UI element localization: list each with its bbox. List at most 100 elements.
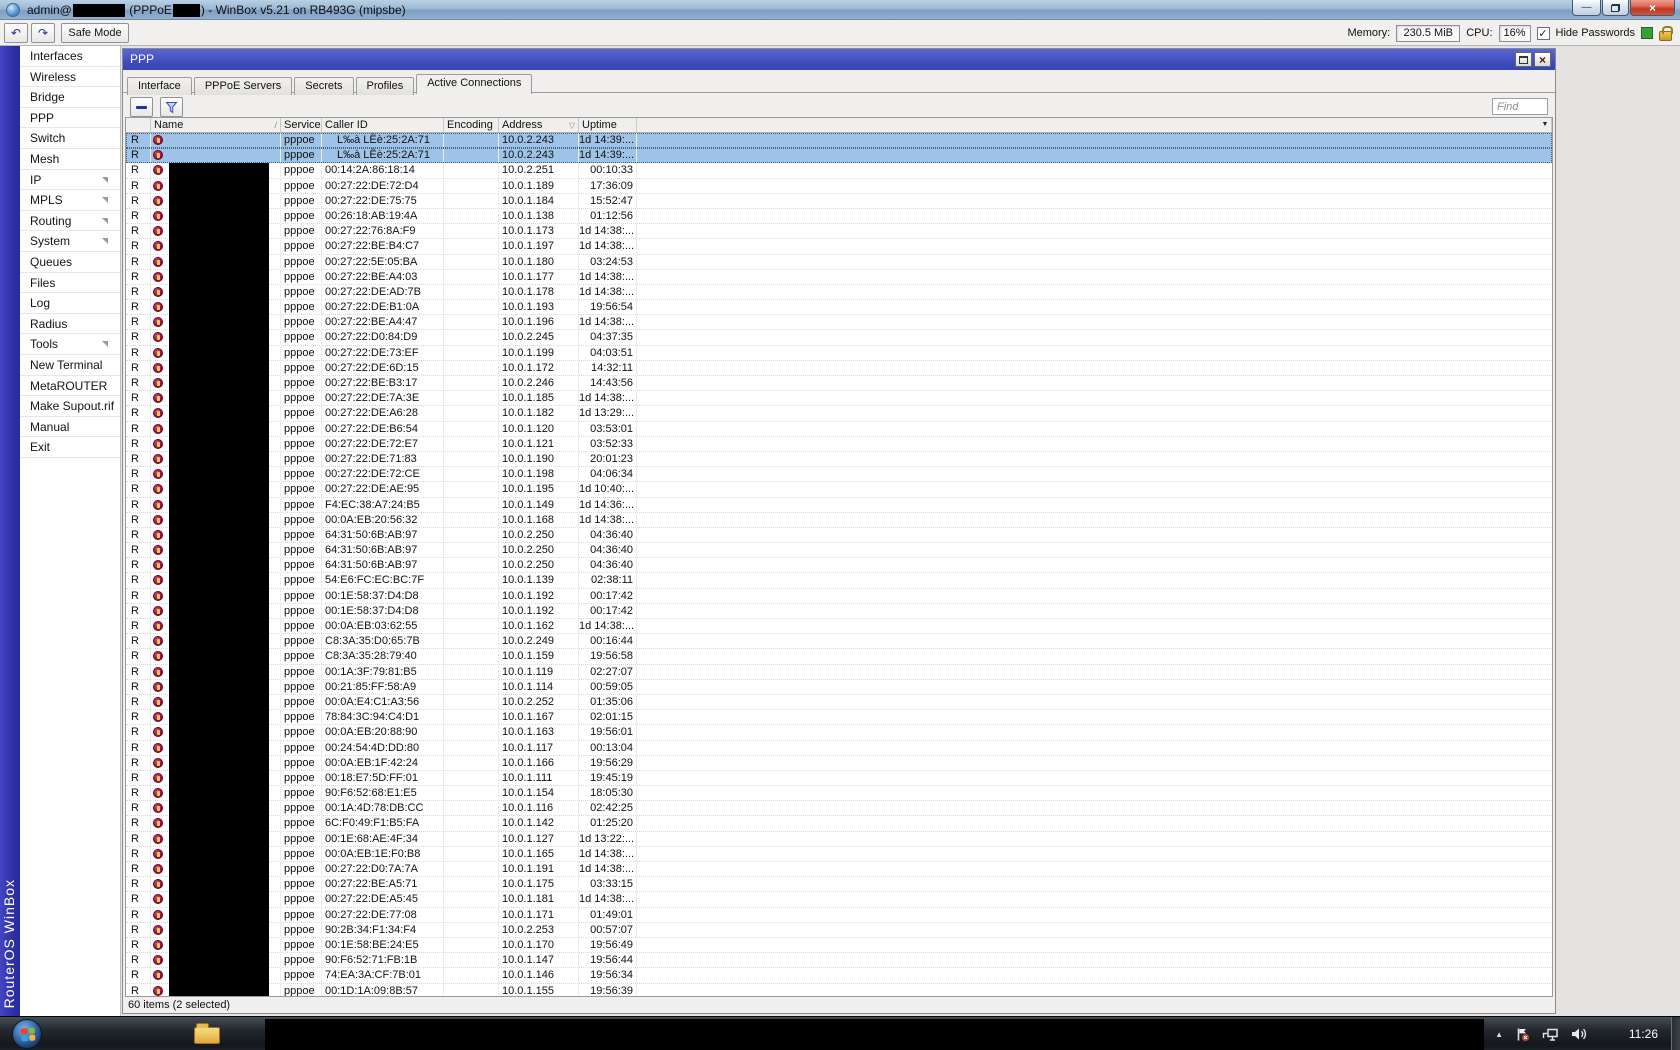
ppp-close-button[interactable]: × — [1534, 52, 1551, 67]
table-row[interactable]: Rpppoe 00:27:22:DE:A5:45 10.0.1.181 1d 14:3… — [126, 892, 1552, 908]
sidebar-item-wireless[interactable]: Wireless — [20, 67, 120, 88]
sidebar-item-switch[interactable]: Switch — [20, 128, 120, 149]
sidebar-item-system[interactable]: System — [20, 231, 120, 252]
table-row[interactable]: Rpppoe 00:27:22:D0:84:D9 10.0.2.245 04:37:3… — [126, 330, 1552, 346]
tab-secrets[interactable]: Secrets — [294, 77, 354, 95]
taskbar-clock[interactable]: 11:26 — [1629, 1017, 1658, 1050]
sidebar-item-make-supout-rif[interactable]: Make Supout.rif — [20, 396, 120, 417]
table-row[interactable]: Rpppoe 00:27:22:76:8A:F9 10.0.1.173 1d 14:3… — [126, 224, 1552, 240]
network-icon[interactable] — [1542, 1027, 1559, 1042]
action-center-flag-icon[interactable] — [1515, 1027, 1530, 1042]
table-row[interactable]: Rpppoe 00:1A:3F:79:81:B5 10.0.1.119 02:27:0… — [126, 664, 1552, 680]
table-row[interactable]: Rpppoe 00:1E:58:BE:24:E5 10.0.1.170 19:56:4… — [126, 937, 1552, 954]
tab-active-connections[interactable]: Active Connections — [416, 74, 533, 94]
table-row[interactable]: Rpppoe 00:27:22:DE:6D:15 10.0.1.172 14:32:1… — [126, 360, 1552, 376]
hide-passwords-checkbox[interactable]: ✓ — [1536, 26, 1550, 40]
table-row[interactable]: Rpppoe 00:1E:68:AE:4F:34 10.0.1.127 1d 13:2… — [126, 831, 1552, 847]
table-row[interactable]: Rpppoe F4:EC:38:A7:24:B5 10.0.1.149 1d 14:3… — [126, 497, 1552, 513]
table-row[interactable]: Rpppoe 00:27:22:DE:75:75 10.0.1.184 15:52:4… — [126, 193, 1552, 209]
sidebar-item-mpls[interactable]: MPLS — [20, 190, 120, 211]
volume-icon[interactable] — [1571, 1027, 1588, 1041]
sidebar-item-exit[interactable]: Exit — [20, 437, 120, 458]
table-row[interactable]: Rpppoe 00:18:E7:5D:FF:01 10.0.1.111 19:45:1… — [126, 770, 1552, 787]
column-options-button[interactable]: ▼ — [1536, 118, 1552, 132]
table-row[interactable]: Rpppoe 00:27:22:BE:A5:71 10.0.1.175 03:33:1… — [126, 877, 1552, 893]
table-row[interactable]: Rpppoe 00:27:22:D0:7A:7A 10.0.1.191 1d 14:3… — [126, 862, 1552, 878]
table-row[interactable]: Rpppoe L‰à LÊè:25:2A:71 10.0.2.243 1d 14:39… — [126, 148, 1552, 164]
table-row[interactable]: Rpppoe 00:27:22:DE:77:08 10.0.1.171 01:49:0… — [126, 907, 1552, 923]
table-row[interactable]: Rpppoe 74:EA:3A:CF:7B:01 10.0.1.146 19:56:3… — [126, 968, 1552, 984]
table-row[interactable]: Rpppoe 00:27:22:DE:7A:3E 10.0.1.185 1d 14:3… — [126, 391, 1552, 407]
explorer-taskbar-button[interactable] — [194, 1021, 224, 1047]
table-row[interactable]: Rpppoe 00:27:22:DE:B6:54 10.0.1.120 03:53:0… — [126, 421, 1552, 437]
table-row[interactable]: Rpppoe C8:3A:35:D0:65:7B 10.0.2.249 00:16:4… — [126, 634, 1552, 650]
table-row[interactable]: Rpppoe 90:F6:52:68:E1:E5 10.0.1.154 18:05:3… — [126, 786, 1552, 802]
table-row[interactable]: Rpppoe 00:1A:4D:78:DB:CC 10.0.1.116 02:42:2… — [126, 801, 1552, 817]
table-row[interactable]: Rpppoe 00:0A:EB:03:62:55 10.0.1.162 1d 14:3… — [126, 619, 1552, 635]
column-header-name[interactable]: Name / — [151, 118, 281, 132]
redo-button[interactable]: ↷ — [31, 23, 55, 43]
minimize-button[interactable]: — — [1572, 0, 1601, 16]
sidebar-item-bridge[interactable]: Bridge — [20, 87, 120, 108]
table-row[interactable]: Rpppoe 00:27:22:BE:B3:17 10.0.2.246 14:43:5… — [126, 376, 1552, 392]
sidebar-item-interfaces[interactable]: Interfaces — [20, 46, 120, 67]
table-row[interactable]: Rpppoe 00:0A:EB:1E:F0:B8 10.0.1.165 1d 14:3… — [126, 846, 1552, 862]
table-row[interactable]: Rpppoe 00:14:2A:86:18:14 10.0.2.251 00:10:3… — [126, 163, 1552, 179]
table-row[interactable]: Rpppoe 64:31:50:6B:AB:97 10.0.2.250 04:36:4… — [126, 558, 1552, 574]
column-header-encoding[interactable]: Encoding — [444, 118, 499, 132]
column-header-flags[interactable] — [126, 118, 151, 132]
table-row[interactable]: Rpppoe 90:F6:52:71:FB:1B 10.0.1.147 19:56:4… — [126, 953, 1552, 969]
table-row[interactable]: Rpppoe 00:27:22:DE:73:EF 10.0.1.199 04:03:5… — [126, 345, 1552, 361]
table-row[interactable]: Rpppoe 00:27:22:DE:AE:95 10.0.1.195 1d 10:4… — [126, 482, 1552, 498]
table-row[interactable]: Rpppoe C8:3A:35:28:79:40 10.0.1.159 19:56:5… — [126, 649, 1552, 665]
table-row[interactable]: Rpppoe 00:27:22:DE:72:D4 10.0.1.189 17:36:0… — [126, 178, 1552, 194]
table-row[interactable]: Rpppoe 00:27:22:DE:71:83 10.0.1.190 20:01:2… — [126, 451, 1552, 468]
table-row[interactable]: Rpppoe 00:1E:58:37:D4:D8 10.0.1.192 00:17:4… — [126, 603, 1552, 619]
undo-button[interactable]: ↶ — [4, 23, 28, 43]
sidebar-item-new-terminal[interactable]: New Terminal — [20, 355, 120, 376]
tab-interface[interactable]: Interface — [127, 77, 192, 95]
sidebar-item-manual[interactable]: Manual — [20, 417, 120, 438]
table-row[interactable]: Rpppoe 00:26:18:AB:19:4A 10.0.1.138 01:12:5… — [126, 208, 1552, 225]
sidebar-item-queues[interactable]: Queues — [20, 252, 120, 273]
sidebar-item-mesh[interactable]: Mesh — [20, 149, 120, 170]
tab-pppoe-servers[interactable]: PPPoE Servers — [193, 77, 293, 95]
table-row[interactable]: Rpppoe 00:0A:EB:20:88:90 10.0.1.163 19:56:0… — [126, 725, 1552, 741]
table-row[interactable]: Rpppoe 64:31:50:6B:AB:97 10.0.2.250 04:36:4… — [126, 527, 1552, 544]
table-row[interactable]: Rpppoe 54:E6:FC:EC:BC:7F 10.0.1.139 02:38:1… — [126, 573, 1552, 589]
table-row[interactable]: Rpppoe 00:27:22:BE:A4:03 10.0.1.177 1d 14:3… — [126, 269, 1552, 285]
sidebar-item-radius[interactable]: Radius — [20, 314, 120, 335]
table-row[interactable]: Rpppoe 6C:F0:49:F1:B5:FA 10.0.1.142 01:25:2… — [126, 816, 1552, 832]
table-row[interactable]: Rpppoe L‰à LÊè:25:2A:71 10.0.2.243 1d 14:39… — [126, 133, 1552, 149]
find-input[interactable] — [1492, 98, 1548, 115]
table-row[interactable]: Rpppoe 00:27:22:DE:72:E7 10.0.1.121 03:52:3… — [126, 436, 1552, 452]
close-button[interactable]: × — [1630, 0, 1675, 16]
sidebar-item-log[interactable]: Log — [20, 293, 120, 314]
sidebar-item-metarouter[interactable]: MetaROUTER — [20, 376, 120, 397]
table-row[interactable]: Rpppoe 78:84:3C:94:C4:D1 10.0.1.167 02:01:1… — [126, 710, 1552, 726]
hidden-icons-button[interactable]: ▲ — [1495, 1030, 1503, 1039]
sidebar-item-ppp[interactable]: PPP — [20, 108, 120, 129]
table-row[interactable]: Rpppoe 00:27:22:5E:05:BA 10.0.1.180 03:24:5… — [126, 254, 1552, 270]
table-row[interactable]: Rpppoe 00:0A:EB:1F:42:24 10.0.1.166 19:56:2… — [126, 755, 1552, 771]
sidebar-item-ip[interactable]: IP — [20, 170, 120, 191]
table-row[interactable]: Rpppoe 90:2B:34:F1:34:F4 10.0.2.253 00:57:0… — [126, 922, 1552, 938]
table-row[interactable]: Rpppoe 00:1E:58:37:D4:D8 10.0.1.192 00:17:4… — [126, 588, 1552, 604]
table-row[interactable]: Rpppoe 00:27:22:DE:72:CE 10.0.1.198 04:06:3… — [126, 467, 1552, 483]
table-row[interactable]: Rpppoe 00:27:22:BE:A4:47 10.0.1.196 1d 14:3… — [126, 315, 1552, 331]
start-button[interactable] — [12, 1019, 42, 1049]
table-row[interactable]: Rpppoe 00:24:54:4D:DD:80 10.0.1.117 00:13:0… — [126, 740, 1552, 756]
tab-profiles[interactable]: Profiles — [355, 77, 415, 95]
table-row[interactable]: Rpppoe 00:27:22:DE:A6:28 10.0.1.182 1d 13:2… — [126, 406, 1552, 422]
ppp-window-titlebar[interactable]: PPP × — [123, 49, 1555, 70]
column-header-service[interactable]: Service — [281, 118, 322, 132]
table-row[interactable]: Rpppoe 00:21:85:FF:58:A9 10.0.1.114 00:59:0… — [126, 679, 1552, 695]
restore-button[interactable] — [1602, 0, 1629, 16]
table-row[interactable]: Rpppoe 64:31:50:6B:AB:97 10.0.2.250 04:36:4… — [126, 543, 1552, 559]
table-row[interactable]: Rpppoe 00:0A:E4:C1:A3:56 10.0.2.252 01:35:0… — [126, 694, 1552, 711]
safe-mode-button[interactable]: Safe Mode — [61, 23, 129, 43]
table-row[interactable]: Rpppoe 00:0A:EB:20:56:32 10.0.1.168 1d 14:3… — [126, 512, 1552, 528]
sidebar-item-tools[interactable]: Tools — [20, 334, 120, 355]
sidebar-item-files[interactable]: Files — [20, 273, 120, 294]
ppp-restore-button[interactable] — [1515, 52, 1532, 67]
